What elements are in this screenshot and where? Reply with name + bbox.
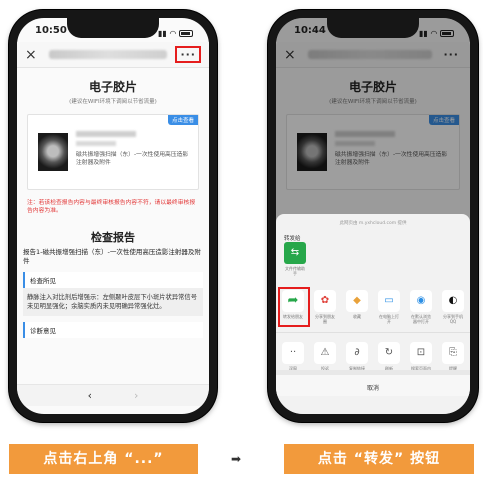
- forward-icon[interactable]: ›: [134, 389, 138, 402]
- moments-icon: ✿: [314, 290, 336, 312]
- left-phone-frame: 10:50 ▮▮ ◠ × ··· 电子胶片 (建议在WIFI环境下调阅以节省流量…: [9, 10, 217, 422]
- link-icon: ∂: [346, 342, 368, 364]
- battery-icon: [179, 30, 193, 37]
- qq-icon: ◐: [442, 290, 464, 312]
- bottom-nav: ‹ ›: [17, 384, 209, 406]
- left-phone-screen: 10:50 ▮▮ ◠ × ··· 电子胶片 (建议在WIFI环境下调阅以节省流量…: [17, 18, 209, 414]
- web-navbar: × ···: [17, 42, 209, 68]
- status-time: 10:50: [35, 25, 67, 36]
- favorite-cube-icon: ◆: [346, 290, 368, 312]
- findings-body: 静脉注入对比剂后增强示：左侧颞叶皮层下小斑片状异常信号未见明显强化；余脑实质内未…: [23, 288, 203, 316]
- translate-icon: ⎘: [442, 342, 464, 364]
- mri-thumbnail: [38, 133, 68, 171]
- blurred-text: [76, 131, 136, 137]
- report-line: 报告1-磁共振增强扫描（东）-一次性使用高压造影注射器及附件: [23, 248, 201, 265]
- share-open-browser[interactable]: ◉ 在默认浏览器中打开: [410, 290, 432, 324]
- caption-step-1: 点击右上角 “...”: [9, 444, 198, 474]
- share-option-label: 分享到朋友圈: [315, 314, 335, 324]
- share-qq[interactable]: ◐ 分享到手机QQ: [442, 290, 464, 324]
- right-phone-screen: 10:44 ▮▮ ◠ × ··· 电子胶片 (建议在WIFI环境下调阅以节省流量…: [276, 18, 470, 414]
- share-moments[interactable]: ✿ 分享到朋友圈: [314, 290, 336, 324]
- file-transfer-label: 文件传输助手: [285, 266, 305, 276]
- wifi-icon: ◠: [169, 29, 176, 38]
- right-phone-frame: 10:44 ▮▮ ◠ × ··· 电子胶片 (建议在WIFI环境下调阅以节省流量…: [268, 10, 478, 422]
- share-option-label: 收藏: [353, 314, 361, 319]
- page-title-blurred: [49, 50, 168, 59]
- share-option-label: 在电脑上打开: [379, 314, 399, 324]
- view-badge[interactable]: 点击查看: [167, 115, 198, 125]
- share-option-label: 在默认浏览器中打开: [411, 314, 431, 324]
- warning-note: 注：若该检查报告内容与最终审核报告内容不符，请以最终审核报告内容为准。: [27, 200, 196, 214]
- report-title: 检查报告: [91, 231, 135, 244]
- right-arrow-icon: ➡: [231, 452, 242, 466]
- forward-highlight-box: [278, 287, 310, 327]
- search-in-page-icon: ⊡: [410, 342, 432, 364]
- share-favorite[interactable]: ◆ 收藏: [346, 290, 368, 324]
- share-sheet: 此网页由 m.yxhcloud.com 提供 转发给 ⇆ 文件传输助手 ➦ 转发…: [276, 214, 470, 414]
- diagnosis-label: 诊断意见: [23, 322, 203, 338]
- film-card[interactable]: 点击查看 磁共振增强扫描（东）-一次性使用高压造影注射器及附件: [27, 114, 199, 190]
- row-divider: [276, 332, 470, 333]
- phone-notch: [67, 18, 159, 38]
- file-transfer-icon: ⇆: [284, 242, 306, 264]
- share-to-label: 转发给: [284, 236, 301, 242]
- status-icons: ▮▮ ◠: [158, 25, 193, 42]
- back-icon[interactable]: ‹: [88, 389, 92, 402]
- share-open-on-pc[interactable]: ▭ 在电脑上打开: [378, 290, 400, 324]
- share-option-label: 分享到手机QQ: [443, 314, 463, 324]
- signal-icon: ▮▮: [158, 29, 167, 38]
- computer-icon: ▭: [378, 290, 400, 312]
- file-transfer-item[interactable]: ⇆ 文件传输助手: [284, 242, 306, 276]
- close-icon[interactable]: ×: [25, 47, 41, 63]
- phone-notch: [327, 18, 419, 38]
- page-content: 电子胶片 (建议在WIFI环境下调阅以节省流量) 点击查看 磁共振增强扫描（东）…: [17, 68, 209, 414]
- doc-subtitle: (建议在WIFI环境下调阅以节省流量): [69, 99, 157, 105]
- sheet-header: 此网页由 m.yxhcloud.com 提供: [339, 221, 407, 226]
- cancel-button[interactable]: 取消: [276, 370, 470, 396]
- more-dots-icon: ··: [282, 342, 304, 364]
- warning-icon: ⚠: [314, 342, 336, 364]
- blurred-text: [76, 141, 116, 146]
- caption-step-2: 点击 “转发” 按钮: [284, 444, 474, 474]
- refresh-icon: ↻: [378, 342, 400, 364]
- more-menu-button[interactable]: ···: [175, 46, 201, 63]
- card-description: 磁共振增强扫描（东）-一次性使用高压造影注射器及附件: [76, 152, 189, 166]
- doc-title: 电子胶片: [88, 80, 137, 94]
- browser-icon: ◉: [410, 290, 432, 312]
- findings-label: 检查所见: [23, 272, 203, 288]
